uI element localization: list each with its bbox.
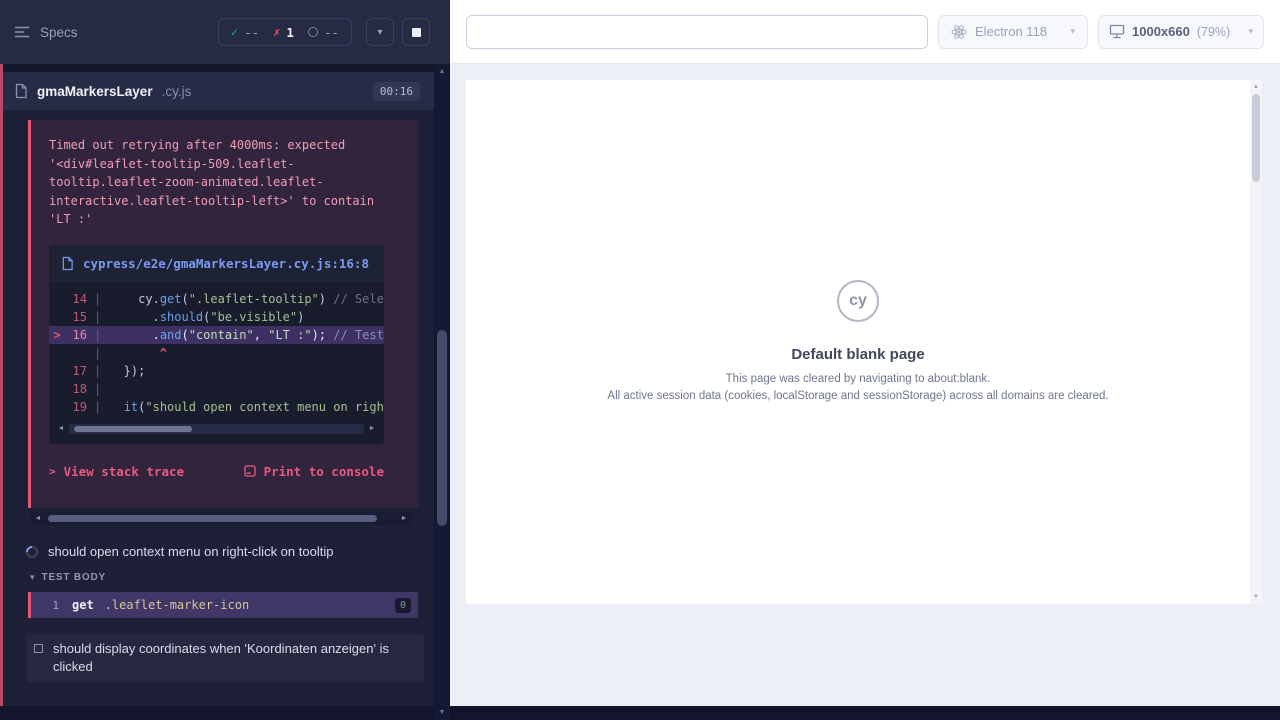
code-frame-scroll-thumb[interactable] — [74, 426, 192, 432]
reporter-vscrollbar[interactable]: ▲ ▼ — [434, 64, 450, 720]
command-count-badge: 0 — [395, 598, 411, 613]
stop-tests-button[interactable] — [402, 18, 430, 46]
chevron-down-icon: ▾ — [30, 572, 35, 583]
command-method: get — [72, 598, 94, 612]
scroll-right-arrow[interactable]: ► — [398, 515, 410, 522]
electron-browser-icon — [951, 24, 967, 40]
runner-area: Electron 118 ▾ 1000x660 (79%) ▾ cy Defau… — [450, 0, 1280, 720]
cypress-logo: cy — [837, 280, 879, 322]
code-frame-file-link[interactable]: cypress/e2e/gmaMarkersLayer.cy.js:16:8 — [49, 245, 384, 282]
viewport-size: 1000x660 — [1132, 24, 1190, 39]
specs-list-icon — [14, 25, 30, 39]
code-line: >16| .and("contain", "LT :"); // Test — [49, 326, 384, 344]
scroll-left-arrow[interactable]: ◄ — [55, 425, 67, 432]
specs-menu-button[interactable]: Specs — [14, 25, 78, 40]
test-item-running[interactable]: should open context menu on right-click … — [26, 543, 426, 561]
stat-passed: ✓ -- — [231, 25, 259, 40]
aut-vscroll-thumb[interactable] — [1252, 94, 1260, 182]
aut-vscrollbar[interactable]: ▲ ▼ — [1250, 80, 1262, 604]
spec-name: gmaMarkersLayer — [37, 84, 153, 99]
scroll-down-arrow[interactable]: ▼ — [1250, 594, 1262, 600]
spec-extension: .cy.js — [162, 84, 192, 99]
reporter-header: Specs ✓ -- ✗ 1 -- ▾ — [0, 0, 450, 72]
cypress-runner-window: Specs ✓ -- ✗ 1 -- ▾ — [0, 0, 1280, 720]
code-line: | ^ — [49, 344, 384, 362]
spec-duration-badge: 00:16 — [373, 82, 420, 101]
stat-failed: ✗ 1 — [273, 25, 294, 40]
test-title: should display coordinates when 'Koordin… — [53, 640, 416, 676]
scroll-up-arrow[interactable]: ▲ — [1250, 84, 1262, 90]
reporter-scroll-track[interactable] — [46, 514, 396, 523]
code-line: 19| it("should open context menu on righ — [49, 398, 384, 416]
reporter-scroll-thumb[interactable] — [48, 515, 377, 522]
reporter-hscrollbar[interactable]: ◄ ► — [30, 512, 412, 525]
code-line: 15| .should("be.visible") — [49, 308, 384, 326]
error-message: Timed out retrying after 4000ms: expecte… — [49, 136, 400, 229]
fail-icon: ✗ — [273, 25, 280, 39]
view-stack-trace-link[interactable]: > View stack trace — [49, 464, 184, 479]
reporter-vscroll-thumb[interactable] — [437, 330, 447, 526]
command-message: .leaflet-marker-icon — [105, 598, 250, 612]
view-stack-trace-label: View stack trace — [64, 464, 184, 479]
code-lines: 14| cy.get(".leaflet-tooltip") // Sele15… — [49, 282, 384, 420]
monitor-icon — [1109, 24, 1125, 39]
print-to-console-button[interactable]: Print to console — [244, 464, 384, 479]
pending-circle-icon — [308, 27, 318, 37]
spec-file-icon — [14, 83, 28, 99]
test-error-panel: Timed out retrying after 4000ms: expecte… — [28, 120, 418, 508]
blank-page-title: Default blank page — [466, 346, 1250, 363]
code-frame-scroll-track[interactable] — [69, 424, 364, 434]
runner-header: Electron 118 ▾ 1000x660 (79%) ▾ — [450, 0, 1280, 64]
test-body-toggle[interactable]: ▾ TEST BODY — [30, 572, 106, 583]
chevron-down-icon: ▾ — [1248, 26, 1253, 37]
code-line: 17| }); — [49, 362, 384, 380]
failed-spec-stripe — [0, 64, 3, 706]
code-line: 18| — [49, 380, 384, 398]
url-input[interactable] — [466, 15, 928, 49]
command-log-entry[interactable]: 1 get .leaflet-marker-icon 0 — [28, 592, 418, 618]
check-icon: ✓ — [231, 25, 238, 39]
browser-select[interactable]: Electron 118 ▾ — [938, 15, 1088, 49]
blank-page-content: cy Default blank page This page was clea… — [466, 280, 1250, 402]
stop-icon — [412, 28, 421, 37]
console-icon — [244, 465, 256, 477]
scroll-down-arrow[interactable]: ▼ — [434, 709, 450, 716]
test-item-pending[interactable]: should display coordinates when 'Koordin… — [26, 634, 424, 682]
scroll-up-arrow[interactable]: ▲ — [434, 68, 450, 75]
collapse-panel-button[interactable]: ▾ — [366, 18, 394, 46]
app-bottom-bar — [0, 706, 1280, 720]
test-body-label: TEST BODY — [42, 572, 106, 583]
aut-iframe: cy Default blank page This page was clea… — [466, 80, 1262, 604]
test-stats: ✓ -- ✗ 1 -- — [218, 18, 352, 46]
error-links-row: > View stack trace Print to console — [49, 464, 384, 479]
chevron-right-icon: > — [49, 465, 56, 478]
chevron-down-icon: ▾ — [377, 27, 382, 38]
scroll-right-arrow[interactable]: ► — [366, 425, 378, 432]
stat-pending: -- — [308, 25, 339, 40]
code-frame-location: cypress/e2e/gmaMarkersLayer.cy.js:16:8 — [83, 255, 369, 272]
running-spinner-icon — [24, 544, 41, 561]
reporter-panel: Specs ✓ -- ✗ 1 -- ▾ — [0, 0, 450, 720]
blank-page-message-1: This page was cleared by navigating to a… — [466, 373, 1250, 385]
pending-square-icon — [34, 644, 43, 653]
scroll-left-arrow[interactable]: ◄ — [32, 515, 44, 522]
viewport-scale: (79%) — [1197, 25, 1230, 39]
pending-count: -- — [324, 25, 339, 40]
blank-page-message-2: All active session data (cookies, localS… — [466, 390, 1250, 402]
passed-count: -- — [244, 25, 259, 40]
code-frame-hscrollbar[interactable]: ◄ ► — [55, 422, 378, 436]
print-to-console-label: Print to console — [264, 464, 384, 479]
command-number: 1 — [31, 599, 59, 612]
viewport-select[interactable]: 1000x660 (79%) ▾ — [1098, 15, 1264, 49]
aut-background: cy Default blank page This page was clea… — [450, 64, 1280, 706]
failed-count: 1 — [286, 25, 294, 40]
spec-header[interactable]: gmaMarkersLayer .cy.js 00:16 — [0, 72, 434, 110]
chevron-down-icon: ▾ — [1070, 26, 1075, 37]
test-title: should open context menu on right-click … — [48, 543, 333, 561]
code-file-icon — [61, 256, 74, 271]
code-frame: cypress/e2e/gmaMarkersLayer.cy.js:16:8 1… — [49, 245, 384, 444]
code-line: 14| cy.get(".leaflet-tooltip") // Sele — [49, 290, 384, 308]
specs-label: Specs — [40, 25, 78, 40]
browser-label: Electron 118 — [975, 24, 1047, 39]
